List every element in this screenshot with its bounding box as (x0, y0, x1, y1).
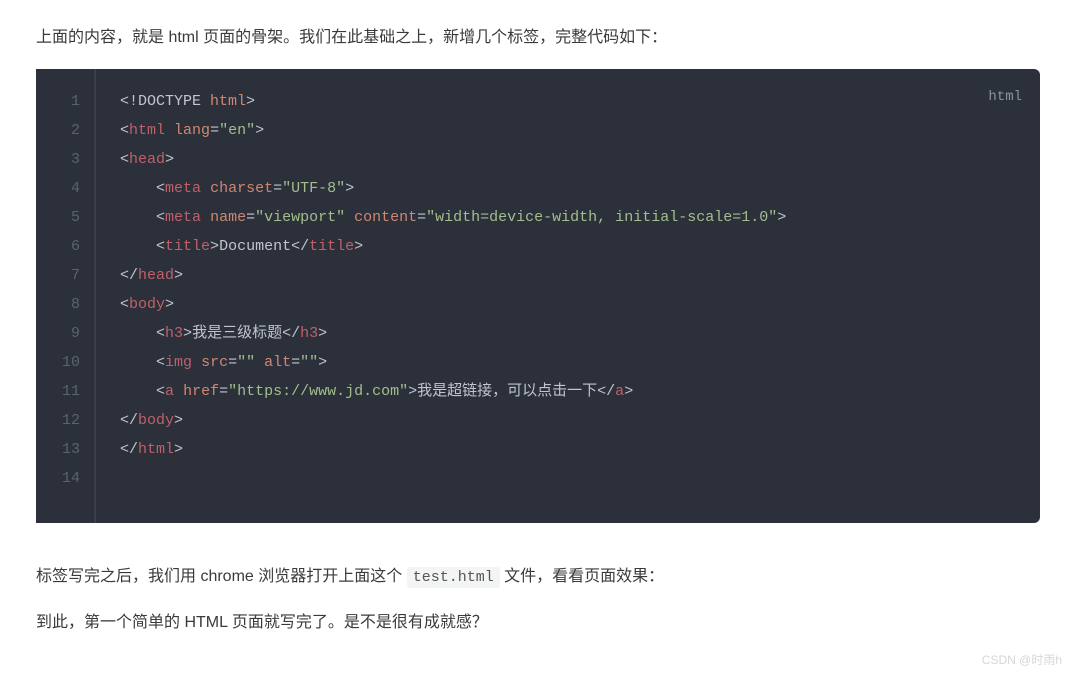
line-number: 7 (50, 261, 80, 290)
code-line: <meta charset="UTF-8"> (120, 174, 1020, 203)
paragraph-intro: 上面的内容，就是 html 页面的骨架。我们在此基础之上，新增几个标签，完整代码… (36, 24, 1040, 51)
line-number: 12 (50, 406, 80, 435)
article-body: 上面的内容，就是 html 页面的骨架。我们在此基础之上，新增几个标签，完整代码… (0, 0, 1076, 674)
paragraph-after-code: 标签写完之后，我们用 chrome 浏览器打开上面这个 test.html 文件… (36, 563, 1040, 591)
text-fragment: 文件，看看页面效果： (500, 568, 664, 585)
code-language-label: html (988, 83, 1022, 112)
code-line (120, 464, 1020, 493)
text-fragment: 标签写完之后，我们用 chrome 浏览器打开上面这个 (36, 568, 407, 585)
line-number: 1 (50, 87, 80, 116)
code-content[interactable]: <!DOCTYPE html><html lang="en"><head> <m… (96, 69, 1040, 523)
line-number-gutter: 1 2 3 4 5 6 7 8 9 10 11 12 13 14 (36, 69, 96, 523)
watermark: CSDN @时雨h (982, 651, 1062, 668)
line-number: 5 (50, 203, 80, 232)
code-line: <h3>我是三级标题</h3> (120, 319, 1020, 348)
code-line: <head> (120, 145, 1020, 174)
inline-code-filename: test.html (407, 567, 500, 588)
code-line: <img src="" alt=""> (120, 348, 1020, 377)
line-number: 13 (50, 435, 80, 464)
code-line: <body> (120, 290, 1020, 319)
code-line: <a href="https://www.jd.com">我是超链接，可以点击一… (120, 377, 1020, 406)
code-line: <meta name="viewport" content="width=dev… (120, 203, 1020, 232)
code-block: html 1 2 3 4 5 6 7 8 9 10 11 12 13 14 <!… (36, 69, 1040, 523)
code-line: <!DOCTYPE html> (120, 87, 1020, 116)
line-number: 6 (50, 232, 80, 261)
line-number: 8 (50, 290, 80, 319)
code-line: <title>Document</title> (120, 232, 1020, 261)
line-number: 11 (50, 377, 80, 406)
line-number: 14 (50, 464, 80, 493)
paragraph-conclusion: 到此，第一个简单的 HTML 页面就写完了。是不是很有成就感？ (36, 609, 1040, 636)
line-number: 4 (50, 174, 80, 203)
code-line: <html lang="en"> (120, 116, 1020, 145)
code-line: </head> (120, 261, 1020, 290)
line-number: 10 (50, 348, 80, 377)
line-number: 2 (50, 116, 80, 145)
code-line: </html> (120, 435, 1020, 464)
code-line: </body> (120, 406, 1020, 435)
line-number: 3 (50, 145, 80, 174)
line-number: 9 (50, 319, 80, 348)
